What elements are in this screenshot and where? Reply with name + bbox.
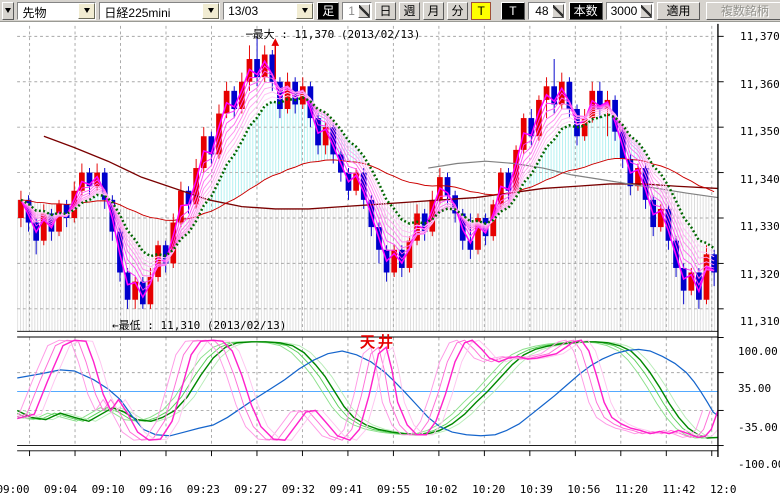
max-price-annotation: ─最大 : 11,370 (2013/02/13) [246, 26, 420, 42]
chevron-down-icon [84, 8, 90, 13]
spin-edit-icon[interactable] [640, 4, 652, 18]
bar-type-label: 足 [317, 2, 339, 20]
chevron-down-icon [5, 8, 11, 13]
symbol-name-select[interactable]: 日経225mini [99, 2, 220, 20]
price-axis-label: 11,340 [740, 174, 780, 186]
toolbar: 先物 日経225mini 13/03 足 1 日 週 月 分 T T 48 本数… [0, 0, 780, 22]
oscillator-axis-label: -35.00 [738, 422, 778, 434]
combo-arrow-button[interactable] [202, 3, 219, 19]
contract-month-value: 13/03 [224, 3, 296, 19]
combo-arrow-button[interactable] [296, 3, 313, 19]
price-axis-label: 11,350 [740, 126, 780, 138]
bars-label: 本数 [569, 2, 603, 20]
minutes-spinner[interactable]: 1 [342, 2, 372, 20]
tick-count-spinner[interactable]: 48 [528, 2, 566, 20]
chevron-down-icon [208, 8, 214, 13]
tick-bar-button-active[interactable]: T [471, 2, 491, 20]
spin-edit-icon[interactable] [552, 4, 564, 18]
symbol-name-value: 日経225mini [100, 3, 202, 19]
tick-label: T [501, 2, 524, 20]
period-button-month[interactable]: 月 [423, 2, 444, 20]
chevron-down-icon [302, 8, 308, 13]
price-axis-label: 11,310 [740, 316, 780, 328]
oscillator-axis-label: -100.00 [738, 459, 780, 471]
symbol-category-select[interactable]: 先物 [17, 2, 96, 20]
contract-month-select[interactable]: 13/03 [223, 2, 314, 20]
bars-count-value: 3000 [607, 4, 640, 18]
combo-arrow-button[interactable] [78, 3, 95, 19]
oscillator-axis-label: 100.00 [738, 346, 778, 358]
minutes-value: 1 [343, 4, 357, 18]
price-axis-label: 11,370 [740, 31, 780, 43]
ceiling-annotation: 天井 [360, 331, 396, 352]
bars-count-spinner[interactable]: 3000 [606, 2, 655, 20]
price-axis-label: 11,320 [740, 269, 780, 281]
chart-app-window: { "toolbar": { "mini_dropdown": "", "sym… [0, 0, 780, 501]
oscillator-lines [2, 340, 725, 440]
min-price-annotation: ←最低 : 11,310 (2013/02/13) [112, 317, 286, 333]
oscillator-axis-label: 35.00 [738, 383, 771, 395]
period-button-week[interactable]: 週 [399, 2, 420, 20]
price-axis-label: 11,360 [740, 79, 780, 91]
chart-canvas[interactable] [0, 22, 780, 501]
price-axis-label: 11,330 [740, 221, 780, 233]
period-button-day[interactable]: 日 [375, 2, 396, 20]
apply-button[interactable]: 適用 [657, 2, 699, 20]
spin-edit-icon[interactable] [358, 4, 370, 18]
mini-dropdown-button[interactable] [2, 2, 14, 20]
cloud-fills [17, 98, 718, 331]
symbol-category-value: 先物 [18, 3, 78, 19]
multi-symbol-button: 複数銘柄 [706, 2, 780, 20]
tick-count-value: 48 [529, 4, 551, 18]
period-button-minute[interactable]: 分 [447, 2, 468, 20]
chart-area[interactable]: 09:0009:0409:1009:1609:2309:2709:3209:41… [0, 22, 780, 501]
